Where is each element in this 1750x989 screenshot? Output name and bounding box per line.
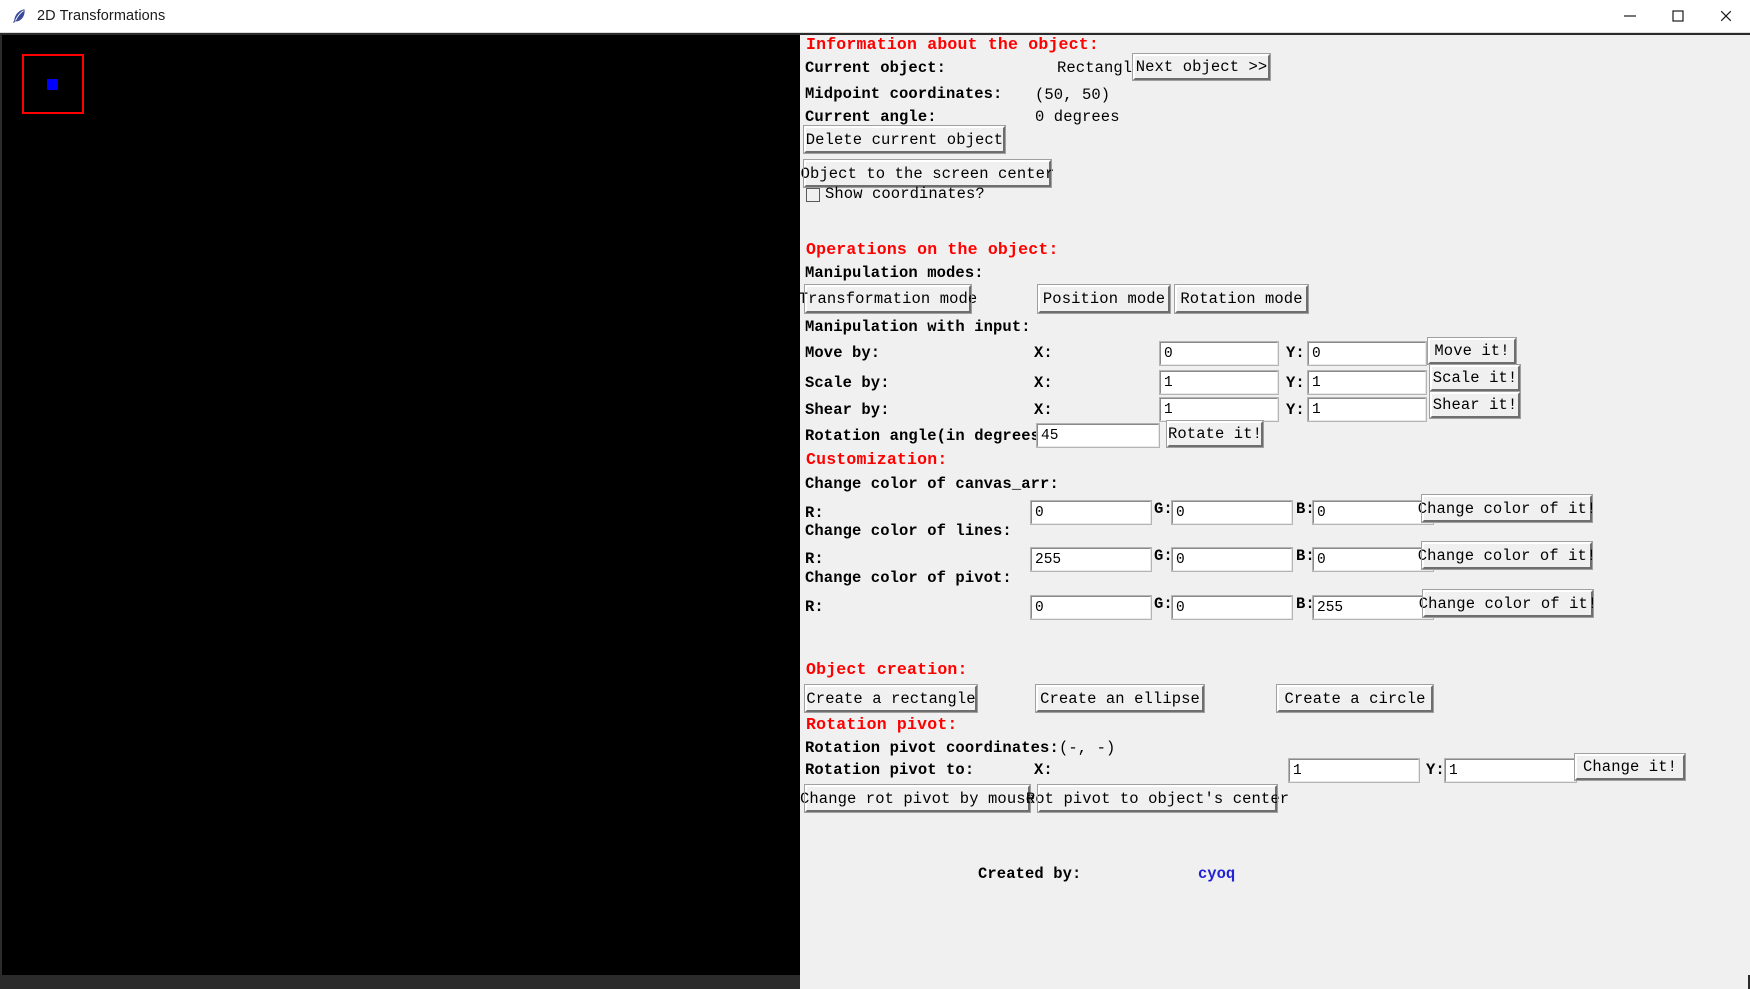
lines-r-input[interactable]: 255 <box>1030 547 1152 572</box>
object-creation-heading: Object creation: <box>806 660 968 679</box>
canvas-r-input[interactable]: 0 <box>1030 500 1152 525</box>
move-x-input[interactable]: 0 <box>1159 341 1279 366</box>
object-to-screen-center-button[interactable]: Object to the screen center <box>801 159 1054 188</box>
application-window: 2D Transformations Information about the <box>0 0 1750 989</box>
pivot-r-input[interactable]: 0 <box>1030 595 1152 620</box>
canvas-change-color-button[interactable]: Change color of it! <box>1418 494 1596 523</box>
position-mode-button[interactable]: Position mode <box>1037 284 1171 314</box>
pivot-g-input[interactable]: 0 <box>1171 595 1293 620</box>
rotation-pivot-y-label: Y: <box>1426 761 1445 779</box>
rotation-mode-button[interactable]: Rotation mode <box>1174 284 1309 314</box>
rotation-pivot-coords-label: Rotation pivot coordinates: <box>805 739 1059 757</box>
change-rot-pivot-by-mouse-button[interactable]: Change rot pivot by mouse <box>800 784 1035 813</box>
current-angle-label: Current angle: <box>805 108 937 126</box>
pivot-g-label: G: <box>1154 595 1173 613</box>
show-coordinates-label: Show coordinates? <box>825 185 985 203</box>
manipulation-with-input-label: Manipulation with input: <box>805 318 1031 336</box>
move-by-label: Move by: <box>805 344 881 362</box>
shear-by-label: Shear by: <box>805 401 890 419</box>
move-it-button[interactable]: Move it! <box>1427 337 1517 365</box>
rotation-pivot-coords-value: (-, -) <box>1059 739 1116 757</box>
canvas-g-input[interactable]: 0 <box>1171 500 1293 525</box>
change-lines-color-label: Change color of lines: <box>805 522 1012 540</box>
scale-y-input[interactable]: 1 <box>1307 370 1427 395</box>
drawing-canvas[interactable] <box>2 35 800 975</box>
scale-x-label: X: <box>1034 374 1053 392</box>
canvas-b-label: B: <box>1296 500 1315 518</box>
transformation-mode-button[interactable]: Transformation mode <box>799 284 977 314</box>
manipulation-modes-label: Manipulation modes: <box>805 264 984 282</box>
pivot-r-label: R: <box>805 598 824 616</box>
change-canvas-color-label: Change color of canvas_arr: <box>805 475 1059 493</box>
create-rectangle-button[interactable]: Create a rectangle <box>804 684 978 713</box>
rotation-pivot-y-input[interactable]: 1 <box>1444 758 1577 783</box>
next-object-button[interactable]: Next object >> <box>1132 53 1271 81</box>
create-circle-button[interactable]: Create a circle <box>1276 684 1434 713</box>
window-controls <box>1606 0 1750 33</box>
rotation-pivot-to-label: Rotation pivot to: <box>805 761 975 779</box>
rotation-pivot-x-label: X: <box>1034 761 1053 779</box>
show-coordinates-checkbox[interactable] <box>806 188 820 202</box>
minimize-icon[interactable] <box>1606 0 1654 33</box>
rotation-angle-label: Rotation angle(in degrees): <box>805 427 1059 445</box>
shear-x-label: X: <box>1034 401 1053 419</box>
customization-heading: Customization: <box>806 450 948 469</box>
shear-it-button[interactable]: Shear it! <box>1429 391 1521 419</box>
current-object-label: Current object: <box>805 59 947 77</box>
midpoint-value: (50, 50) <box>1035 86 1111 104</box>
feather-icon <box>10 7 28 25</box>
rotation-angle-input[interactable]: 45 <box>1036 423 1160 448</box>
operations-heading: Operations on the object: <box>806 240 1059 259</box>
shear-y-label: Y: <box>1286 401 1305 419</box>
midpoint-label: Midpoint coordinates: <box>805 85 1003 103</box>
move-x-label: X: <box>1034 344 1053 362</box>
scale-x-input[interactable]: 1 <box>1159 370 1279 395</box>
pivot-b-label: B: <box>1296 595 1315 613</box>
lines-r-label: R: <box>805 550 824 568</box>
scale-y-label: Y: <box>1286 374 1305 392</box>
move-y-input[interactable]: 0 <box>1307 341 1427 366</box>
current-angle-value: 0 degrees <box>1035 108 1120 126</box>
maximize-icon[interactable] <box>1654 0 1702 33</box>
control-panel: Information about the object: Current ob… <box>799 35 1748 989</box>
canvas-b-input[interactable]: 0 <box>1312 500 1434 525</box>
canvas-r-label: R: <box>805 504 824 522</box>
shear-y-input[interactable]: 1 <box>1307 397 1427 422</box>
lines-change-color-button[interactable]: Change color of it! <box>1418 541 1596 570</box>
close-icon[interactable] <box>1702 0 1750 33</box>
rot-pivot-to-object-center-button[interactable]: Rot pivot to object's center <box>1026 784 1289 813</box>
created-by-label: Created by: <box>978 865 1082 883</box>
rotate-it-button[interactable]: Rotate it! <box>1166 420 1264 448</box>
move-y-label: Y: <box>1286 344 1305 362</box>
author-link[interactable]: cyoq <box>1198 865 1235 883</box>
pivot-change-color-button[interactable]: Change color of it! <box>1419 589 1597 618</box>
lines-b-input[interactable]: 0 <box>1312 547 1434 572</box>
rotation-pivot-change-button[interactable]: Change it! <box>1574 753 1686 781</box>
scale-it-button[interactable]: Scale it! <box>1429 364 1521 392</box>
lines-g-label: G: <box>1154 547 1173 565</box>
pivot-b-input[interactable]: 255 <box>1312 595 1434 620</box>
lines-b-label: B: <box>1296 547 1315 565</box>
shear-x-input[interactable]: 1 <box>1159 397 1279 422</box>
create-ellipse-button[interactable]: Create an ellipse <box>1035 684 1205 713</box>
canvas-pivot-marker[interactable] <box>47 79 58 90</box>
title-bar: 2D Transformations <box>0 0 1750 33</box>
window-body: Information about the object: Current ob… <box>0 33 1750 989</box>
change-pivot-color-label: Change color of pivot: <box>805 569 1012 587</box>
scale-by-label: Scale by: <box>805 374 890 392</box>
canvas-g-label: G: <box>1154 500 1173 518</box>
information-heading: Information about the object: <box>806 35 1099 54</box>
window-title: 2D Transformations <box>37 8 166 24</box>
rotation-pivot-heading: Rotation pivot: <box>806 715 958 734</box>
lines-g-input[interactable]: 0 <box>1171 547 1293 572</box>
rotation-pivot-x-input[interactable]: 1 <box>1288 758 1420 783</box>
delete-current-object-button[interactable]: Delete current object <box>803 125 1006 154</box>
